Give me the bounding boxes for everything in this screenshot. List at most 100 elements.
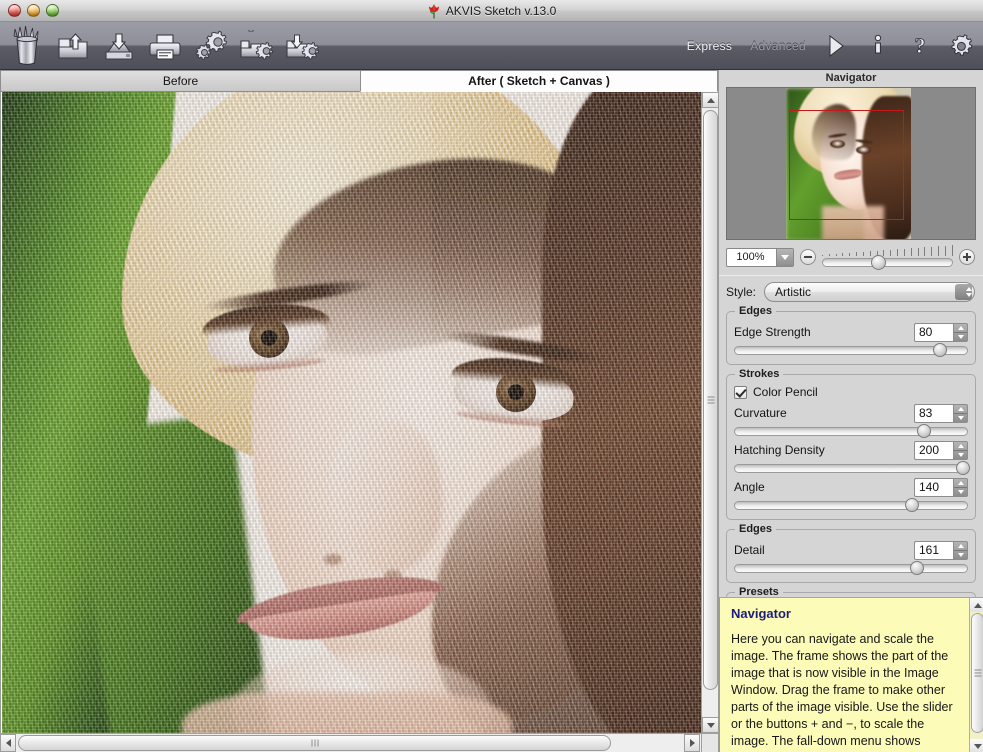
- sketch-canvas[interactable]: [2, 92, 702, 733]
- spinner-arrows[interactable]: [953, 441, 968, 460]
- group-legend: Edges: [735, 523, 776, 535]
- run-button[interactable]: [815, 24, 857, 68]
- hatching-density-slider[interactable]: [734, 461, 968, 475]
- hatching-density-value[interactable]: 200: [914, 441, 953, 460]
- hints-scroll-thumb[interactable]: [971, 613, 983, 733]
- slider-track[interactable]: [734, 501, 968, 510]
- save-settings-button[interactable]: [280, 24, 326, 68]
- vertical-scroll-thumb[interactable]: [703, 110, 718, 690]
- param-label: Detail: [734, 543, 765, 557]
- help-button[interactable]: ?: [899, 24, 941, 68]
- horizontal-scroll-thumb[interactable]: [18, 735, 611, 751]
- batch-processing-button[interactable]: [188, 24, 234, 68]
- preferences-button[interactable]: [941, 24, 983, 68]
- spinner-down[interactable]: [954, 333, 967, 341]
- image-vertical-scrollbar[interactable]: [701, 92, 718, 733]
- detail-spinner[interactable]: 161: [914, 541, 968, 560]
- slider-thumb[interactable]: [910, 561, 924, 575]
- zoom-out-button[interactable]: [800, 249, 816, 265]
- about-button[interactable]: [857, 24, 899, 68]
- angle-slider[interactable]: [734, 498, 968, 512]
- param-label: Curvature: [734, 406, 787, 420]
- angle-value[interactable]: 140: [914, 478, 953, 497]
- detail-slider[interactable]: [734, 561, 968, 575]
- color-pencil-checkbox[interactable]: [734, 386, 747, 399]
- hints-scrollbar[interactable]: [969, 598, 983, 752]
- edge-strength-value[interactable]: 80: [914, 323, 953, 342]
- mode-express-button[interactable]: Express: [678, 39, 741, 53]
- chevron-down-icon: [974, 744, 982, 749]
- chevron-down-icon: [707, 723, 715, 728]
- zoom-level-combo[interactable]: 100%: [726, 248, 794, 267]
- down-arrow-gear-icon: [285, 30, 321, 62]
- open-image-button[interactable]: [50, 24, 96, 68]
- zoom-slider[interactable]: [822, 245, 953, 269]
- hints-scroll-down-button[interactable]: [970, 739, 983, 752]
- slider-track[interactable]: [734, 464, 968, 473]
- color-pencil-row[interactable]: Color Pencil: [734, 383, 968, 401]
- scroll-down-button[interactable]: [702, 717, 719, 733]
- tab-after[interactable]: After ( Sketch + Canvas ): [360, 70, 718, 92]
- spinner-arrows[interactable]: [953, 478, 968, 497]
- slider-thumb[interactable]: [917, 424, 931, 438]
- save-image-button[interactable]: [96, 24, 142, 68]
- edge-strength-slider[interactable]: [734, 343, 968, 357]
- curvature-spinner[interactable]: 83: [914, 404, 968, 423]
- scroll-up-button[interactable]: [702, 92, 719, 108]
- updown-arrows-icon: [955, 284, 972, 300]
- print-image-button[interactable]: [142, 24, 188, 68]
- spinner-up[interactable]: [954, 542, 967, 551]
- navigator-thumbnail[interactable]: [726, 87, 976, 240]
- slider-thumb[interactable]: [956, 461, 970, 475]
- scroll-right-button[interactable]: [684, 734, 700, 752]
- slider-track[interactable]: [734, 427, 968, 436]
- image-horizontal-scrollbar[interactable]: [0, 733, 718, 752]
- load-settings-button[interactable]: [234, 24, 280, 68]
- question-mark-icon: ?: [910, 34, 930, 58]
- spinner-up[interactable]: [954, 324, 967, 333]
- curvature-slider[interactable]: [734, 424, 968, 438]
- angle-spinner[interactable]: 140: [914, 478, 968, 497]
- spinner-down[interactable]: [954, 551, 967, 559]
- sketch-render: [2, 92, 702, 733]
- image-window[interactable]: [0, 92, 718, 752]
- detail-value[interactable]: 161: [914, 541, 953, 560]
- spinner-up[interactable]: [954, 442, 967, 451]
- param-label: Angle: [734, 480, 765, 494]
- hints-title: Navigator: [731, 606, 960, 621]
- hints-scroll-up-button[interactable]: [970, 598, 983, 612]
- slider-track[interactable]: [734, 564, 968, 573]
- main-toolbar: Express Advanced ?: [0, 22, 983, 70]
- window-controls: [8, 4, 59, 17]
- chevron-down-icon[interactable]: [776, 249, 793, 266]
- printer-icon: [148, 30, 182, 62]
- style-dropdown[interactable]: Artistic: [764, 282, 975, 302]
- zoom-slider-track[interactable]: [822, 258, 953, 267]
- hatching-density-spinner[interactable]: 200: [914, 441, 968, 460]
- akvis-sketch-window: AKVIS Sketch v.13.0: [0, 0, 983, 752]
- edge-strength-spinner[interactable]: 80: [914, 323, 968, 342]
- settings-panel: Navigator 100%: [718, 70, 983, 752]
- slider-thumb[interactable]: [933, 343, 947, 357]
- spinner-arrows[interactable]: [953, 404, 968, 423]
- spinner-arrows[interactable]: [953, 541, 968, 560]
- zoom-button[interactable]: [46, 4, 59, 17]
- mode-advanced-button[interactable]: Advanced: [741, 39, 815, 53]
- spinner-down[interactable]: [954, 451, 967, 459]
- spinner-down[interactable]: [954, 488, 967, 496]
- spinner-down[interactable]: [954, 414, 967, 422]
- slider-thumb[interactable]: [905, 498, 919, 512]
- spinner-up[interactable]: [954, 479, 967, 488]
- zoom-slider-thumb[interactable]: [871, 255, 886, 270]
- spinner-arrows[interactable]: [953, 323, 968, 342]
- close-button[interactable]: [8, 4, 21, 17]
- minimize-button[interactable]: [27, 4, 40, 17]
- zoom-in-button[interactable]: [959, 249, 975, 265]
- scroll-grip: [311, 740, 318, 747]
- scroll-left-button[interactable]: [0, 734, 16, 752]
- group-legend: Strokes: [735, 368, 783, 380]
- curvature-value[interactable]: 83: [914, 404, 953, 423]
- navigator-viewport-frame[interactable]: [789, 110, 904, 220]
- tab-before[interactable]: Before: [0, 70, 360, 92]
- spinner-up[interactable]: [954, 405, 967, 414]
